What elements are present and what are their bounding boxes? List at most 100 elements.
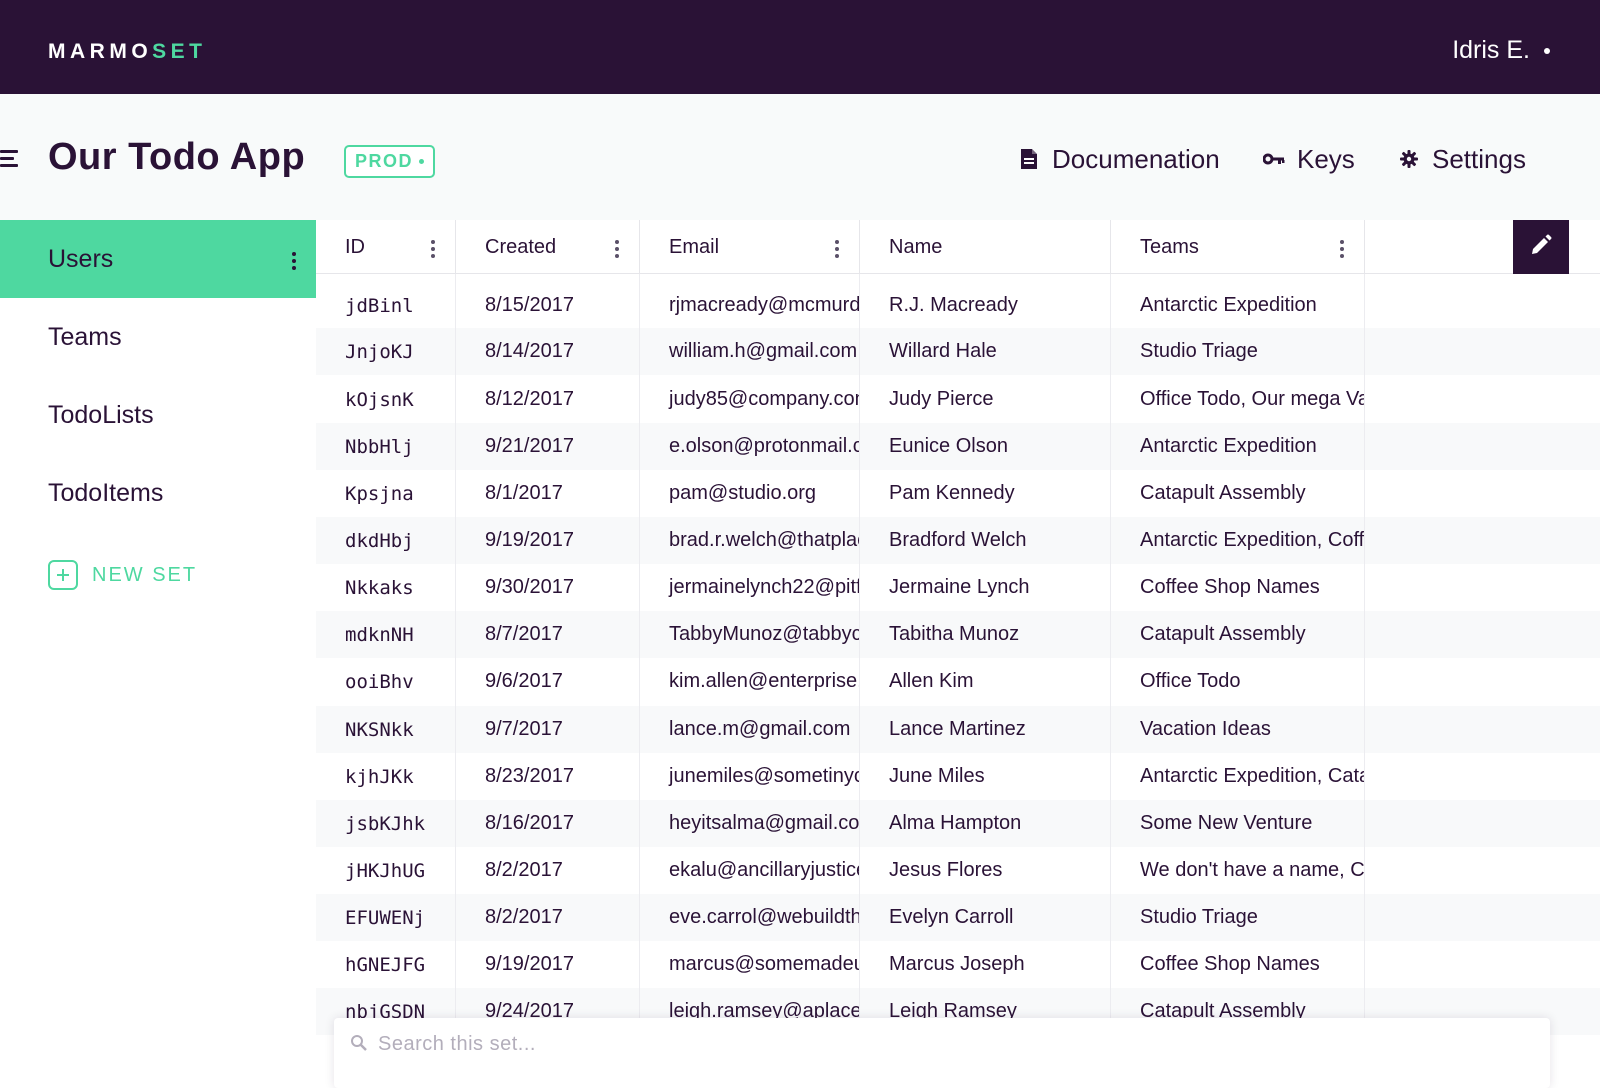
table-cell-teams[interactable]: Antarctic Expedition, Catap (1111, 753, 1365, 800)
table-cell-email[interactable]: ekalu@ancillaryjustice. (640, 847, 860, 894)
table-cell-id[interactable]: mdknNH (316, 611, 456, 658)
table-row[interactable]: jHKJhUG 8/2/2017 ekalu@ancillaryjustice. Je… (316, 847, 1600, 894)
table-cell-email[interactable]: TabbyMunoz@tabbycat (640, 611, 860, 658)
table-cell-id[interactable]: ooiBhv (316, 658, 456, 705)
table-cell-teams[interactable]: Studio Triage (1111, 894, 1365, 941)
table-cell-id[interactable]: Nkkaks (316, 564, 456, 611)
table-cell-created[interactable]: 8/2/2017 (456, 847, 640, 894)
table-cell-name[interactable]: Eunice Olson (860, 423, 1111, 470)
column-header-teams[interactable]: Teams (1111, 220, 1365, 274)
sidebar-item-users[interactable]: Users (0, 220, 316, 298)
table-cell-name[interactable]: June Miles (860, 753, 1111, 800)
table-cell-created[interactable]: 8/7/2017 (456, 611, 640, 658)
table-cell-name[interactable]: Willard Hale (860, 328, 1111, 375)
column-header-name[interactable]: Name (860, 220, 1111, 274)
table-cell-email[interactable]: eve.carrol@webuildthir (640, 894, 860, 941)
table-cell-created[interactable]: 8/16/2017 (456, 800, 640, 847)
table-cell-id[interactable]: kjhJKk (316, 753, 456, 800)
table-row[interactable]: jdBinl 8/15/2017 rjmacready@mcmurdo R.J. Ma… (316, 282, 1600, 329)
table-cell-id[interactable]: jsbKJhk (316, 800, 456, 847)
table-cell-email[interactable]: william.h@gmail.com (640, 328, 860, 375)
column-options-icon[interactable] (1340, 240, 1344, 261)
table-cell-name[interactable]: Marcus Joseph (860, 941, 1111, 988)
table-cell-email[interactable]: marcus@somemadeup (640, 941, 860, 988)
table-row[interactable]: mdknNH 8/7/2017 TabbyMunoz@tabbycat Tabitha… (316, 611, 1600, 658)
table-cell-teams[interactable]: Antarctic Expedition (1111, 282, 1365, 329)
brand-logo[interactable]: MARMOSET (48, 40, 207, 64)
sidebar-item-todoitems[interactable]: TodoItems (0, 454, 316, 532)
table-cell-email[interactable]: judy85@company.com (640, 376, 860, 423)
table-row[interactable]: jsbKJhk 8/16/2017 heyitsalma@gmail.com Alma… (316, 800, 1600, 847)
table-cell-created[interactable]: 8/1/2017 (456, 470, 640, 517)
sidebar-item-teams[interactable]: Teams (0, 298, 316, 376)
table-cell-teams[interactable]: Some New Venture (1111, 800, 1365, 847)
table-row[interactable]: kjhJKk 8/23/2017 junemiles@sometinyco June … (316, 753, 1600, 800)
table-cell-email[interactable]: jermainelynch22@pitfa (640, 564, 860, 611)
table-cell-created[interactable]: 8/2/2017 (456, 894, 640, 941)
sidebar-item-todolists[interactable]: TodoLists (0, 376, 316, 454)
table-cell-email[interactable]: kim.allen@enterprise.o (640, 658, 860, 705)
table-cell-teams[interactable]: Catapult Assembly (1111, 611, 1365, 658)
table-row[interactable]: dkdHbj 9/19/2017 brad.r.welch@thatplace Bra… (316, 517, 1600, 564)
table-cell-email[interactable]: heyitsalma@gmail.com (640, 800, 860, 847)
table-cell-created[interactable]: 9/7/2017 (456, 706, 640, 753)
table-cell-name[interactable]: Evelyn Carroll (860, 894, 1111, 941)
env-badge[interactable]: PROD (344, 145, 436, 178)
table-cell-name[interactable]: Tabitha Munoz (860, 611, 1111, 658)
table-row[interactable]: kOjsnK 8/12/2017 judy85@company.com Judy Pi… (316, 376, 1600, 423)
search-input[interactable] (378, 1030, 1378, 1058)
table-cell-name[interactable]: Jesus Flores (860, 847, 1111, 894)
table-row[interactable]: hGNEJFG 9/19/2017 marcus@somemadeup Marcus … (316, 941, 1600, 988)
table-row[interactable]: NKSNkk 9/7/2017 lance.m@gmail.com Lance Mar… (316, 706, 1600, 753)
table-cell-created[interactable]: 9/6/2017 (456, 658, 640, 705)
column-header-created[interactable]: Created (456, 220, 640, 274)
table-cell-teams[interactable]: Antarctic Expedition, Coffee (1111, 517, 1365, 564)
table-cell-email[interactable]: brad.r.welch@thatplace (640, 517, 860, 564)
keys-link[interactable]: Keys (1263, 142, 1355, 176)
user-menu[interactable]: Idris E. (1452, 36, 1550, 65)
table-cell-id[interactable]: NKSNkk (316, 706, 456, 753)
table-cell-created[interactable]: 9/21/2017 (456, 423, 640, 470)
table-cell-email[interactable]: pam@studio.org (640, 470, 860, 517)
table-cell-email[interactable]: rjmacready@mcmurdo (640, 282, 860, 329)
table-cell-name[interactable]: Alma Hampton (860, 800, 1111, 847)
table-cell-teams[interactable]: Vacation Ideas (1111, 706, 1365, 753)
column-options-icon[interactable] (835, 240, 839, 261)
table-cell-created[interactable]: 9/19/2017 (456, 941, 640, 988)
table-row[interactable]: Nkkaks 9/30/2017 jermainelynch22@pitfa Jerm… (316, 564, 1600, 611)
column-options-icon[interactable] (431, 240, 435, 261)
new-set-button[interactable]: NEW SET (48, 560, 197, 590)
table-row[interactable]: Kpsjna 8/1/2017 pam@studio.org Pam Kennedy C… (316, 470, 1600, 517)
table-cell-created[interactable]: 8/12/2017 (456, 376, 640, 423)
table-cell-created[interactable]: 8/15/2017 (456, 282, 640, 329)
table-row[interactable]: NbbHlj 9/21/2017 e.olson@protonmail.co Euni… (316, 423, 1600, 470)
table-cell-id[interactable]: dkdHbj (316, 517, 456, 564)
table-row[interactable]: EFUWENj 8/2/2017 eve.carrol@webuildthir Eve… (316, 894, 1600, 941)
table-cell-id[interactable]: jHKJhUG (316, 847, 456, 894)
more-options-icon[interactable] (292, 252, 296, 273)
documentation-link[interactable]: Documenation (1018, 142, 1220, 176)
table-cell-id[interactable]: hGNEJFG (316, 941, 456, 988)
column-options-icon[interactable] (615, 240, 619, 261)
table-cell-name[interactable]: Allen Kim (860, 658, 1111, 705)
table-cell-name[interactable]: Judy Pierce (860, 376, 1111, 423)
table-cell-teams[interactable]: Antarctic Expedition (1111, 423, 1365, 470)
table-cell-id[interactable]: kOjsnK (316, 376, 456, 423)
table-cell-id[interactable]: EFUWENj (316, 894, 456, 941)
table-cell-name[interactable]: Bradford Welch (860, 517, 1111, 564)
table-row[interactable]: JnjoKJ 8/14/2017 william.h@gmail.com Willar… (316, 328, 1600, 375)
table-cell-id[interactable]: NbbHlj (316, 423, 456, 470)
table-cell-teams[interactable]: Office Todo, Our mega Vaca (1111, 376, 1365, 423)
table-cell-id[interactable]: Kpsjna (316, 470, 456, 517)
table-cell-created[interactable]: 9/30/2017 (456, 564, 640, 611)
table-cell-email[interactable]: e.olson@protonmail.co (640, 423, 860, 470)
table-cell-teams[interactable]: We don't have a name, Cata (1111, 847, 1365, 894)
table-cell-created[interactable]: 8/23/2017 (456, 753, 640, 800)
menu-icon[interactable] (0, 148, 18, 170)
settings-link[interactable]: Settings (1398, 142, 1526, 176)
column-header-email[interactable]: Email (640, 220, 860, 274)
table-cell-name[interactable]: Pam Kennedy (860, 470, 1111, 517)
table-cell-teams[interactable]: Coffee Shop Names (1111, 564, 1365, 611)
edit-button[interactable] (1513, 220, 1569, 274)
table-cell-id[interactable]: jdBinl (316, 282, 456, 329)
